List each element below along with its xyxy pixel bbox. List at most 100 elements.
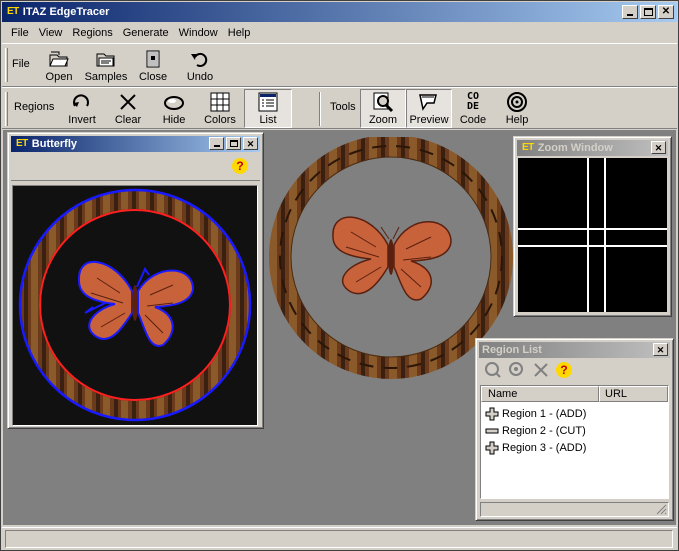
region-list-table[interactable]: Name URL Region 1 - (ADD) Region 2 - (CU… xyxy=(480,385,669,499)
menu-bar: File View Regions Generate Window Help xyxy=(2,23,677,42)
preview-label: Preview xyxy=(409,114,449,126)
undo-icon xyxy=(189,47,211,71)
find-region-icon[interactable] xyxy=(508,361,526,379)
butterfly-title-bar[interactable]: ET Butterfly ✕ xyxy=(11,136,260,152)
zoom-crosshair-horizontal xyxy=(518,228,667,230)
preview-icon xyxy=(417,90,441,114)
toolbar-grip[interactable] xyxy=(5,92,8,126)
zoom-button[interactable]: Zoom xyxy=(360,89,406,128)
region-list-status xyxy=(480,502,669,517)
hide-label: Hide xyxy=(162,114,186,126)
app-logo-icon: ET xyxy=(7,6,19,17)
invert-label: Invert xyxy=(68,114,96,126)
table-row[interactable]: Region 2 - (CUT) xyxy=(485,422,668,439)
close-file-button[interactable]: Close xyxy=(129,47,177,83)
code-icon: CO DE xyxy=(467,90,479,114)
butterfly-minimize-button[interactable] xyxy=(209,137,224,150)
samples-label: Samples xyxy=(84,71,128,83)
region-name: Region 3 - (ADD) xyxy=(502,441,587,454)
zoom-label: Zoom xyxy=(368,114,398,126)
table-row[interactable]: Region 3 - (ADD) xyxy=(485,439,668,456)
menu-regions[interactable]: Regions xyxy=(67,27,117,39)
help-question-icon[interactable]: ? xyxy=(232,158,248,174)
preview-button[interactable]: Preview xyxy=(406,89,452,128)
menu-generate[interactable]: Generate xyxy=(118,27,174,39)
invert-button[interactable]: Invert xyxy=(58,90,106,126)
region-name: Region 2 - (CUT) xyxy=(502,424,586,437)
resize-grip-icon[interactable] xyxy=(656,504,667,515)
close-button[interactable]: ✕ xyxy=(658,5,674,19)
butterfly-toolbar: ? xyxy=(11,153,260,181)
traced-image xyxy=(18,188,252,422)
list-icon xyxy=(257,90,279,114)
title-bar[interactable]: ET ITAZ EdgeTracer ✕ xyxy=(2,2,677,22)
maximize-icon xyxy=(643,8,653,16)
cut-region-icon xyxy=(485,428,499,433)
table-row[interactable]: Region 1 - (ADD) xyxy=(485,405,668,422)
open-button[interactable]: Open xyxy=(35,47,83,83)
colors-label: Colors xyxy=(204,114,236,126)
region-list-header: Name URL xyxy=(481,386,668,402)
menu-view[interactable]: View xyxy=(34,27,68,39)
url-column-header[interactable]: URL xyxy=(599,386,668,402)
code-button[interactable]: CO DE Code xyxy=(450,90,496,127)
undo-button[interactable]: Undo xyxy=(176,47,224,83)
regions-toolbar: Regions Invert Clear Hide Colors List To… xyxy=(2,87,677,129)
clear-button[interactable]: Clear xyxy=(104,90,152,126)
delete-region-icon[interactable] xyxy=(532,361,550,379)
status-pane xyxy=(5,530,673,548)
minimize-button[interactable] xyxy=(622,5,638,19)
region-list-toolbar: ? xyxy=(484,361,572,379)
menu-window[interactable]: Window xyxy=(174,27,223,39)
open-folder-icon xyxy=(48,47,70,71)
colors-grid-icon xyxy=(210,90,230,114)
region-list-title-bar[interactable]: Region List ✕ xyxy=(479,342,670,358)
zoom-crosshair-horizontal xyxy=(518,245,667,247)
list-button[interactable]: List xyxy=(244,89,292,128)
butterfly-maximize-button[interactable] xyxy=(226,137,241,150)
region-name: Region 1 - (ADD) xyxy=(502,407,587,420)
close-file-label: Close xyxy=(138,71,168,83)
butterfly-close-button[interactable]: ✕ xyxy=(243,137,258,150)
help-question-icon[interactable]: ? xyxy=(556,362,572,378)
zoom-title: Zoom Window xyxy=(537,142,613,154)
butterfly-canvas[interactable] xyxy=(12,185,258,426)
et-logo-icon: ET xyxy=(16,138,28,149)
region-list-title: Region List xyxy=(482,344,542,356)
close-icon: ✕ xyxy=(246,138,255,149)
colors-button[interactable]: Colors xyxy=(196,90,244,126)
close-file-icon xyxy=(143,47,163,71)
add-region-icon xyxy=(485,441,499,454)
name-column-header[interactable]: Name xyxy=(481,386,599,402)
zoom-crosshair-vertical xyxy=(587,158,589,312)
butterfly-title: Butterfly xyxy=(31,138,78,150)
region-list-window: Region List ✕ ? Name URL Region 1 - (ADD… xyxy=(475,338,674,521)
help-label: Help xyxy=(505,114,529,126)
file-toolbar: File Open Samples Close Undo xyxy=(2,43,677,87)
tools-group-label: Tools xyxy=(330,101,356,113)
list-label: List xyxy=(259,114,277,126)
zoom-close-button[interactable]: ✕ xyxy=(651,141,666,154)
hide-button[interactable]: Hide xyxy=(150,90,198,126)
zoom-region-icon[interactable] xyxy=(484,361,502,379)
menu-file[interactable]: File xyxy=(6,27,34,39)
undo-label: Undo xyxy=(186,71,214,83)
samples-icon xyxy=(95,47,117,71)
app-window: ET ITAZ EdgeTracer ✕ File View Regions G… xyxy=(0,0,679,551)
butterfly-window: ET Butterfly ✕ ? xyxy=(7,132,264,429)
code-label: Code xyxy=(459,114,487,126)
zoom-title-bar[interactable]: ET Zoom Window ✕ xyxy=(517,140,668,156)
region-list-close-button[interactable]: ✕ xyxy=(653,343,668,356)
menu-help[interactable]: Help xyxy=(223,27,256,39)
toolbar-grip[interactable] xyxy=(5,48,8,82)
hide-icon xyxy=(163,90,185,114)
maximize-icon xyxy=(229,140,238,147)
status-bar xyxy=(2,527,677,549)
code-icon-line2: DE xyxy=(466,101,480,112)
help-button[interactable]: Help xyxy=(494,90,540,126)
mdi-workspace[interactable]: ET Butterfly ✕ ? ET Zoom Window ✕ Region… xyxy=(3,130,676,525)
app-title: ITAZ EdgeTracer xyxy=(22,6,110,18)
maximize-button[interactable] xyxy=(640,5,656,19)
region-list-body: Region 1 - (ADD) Region 2 - (CUT) Region… xyxy=(481,402,668,456)
samples-button[interactable]: Samples xyxy=(82,47,130,83)
